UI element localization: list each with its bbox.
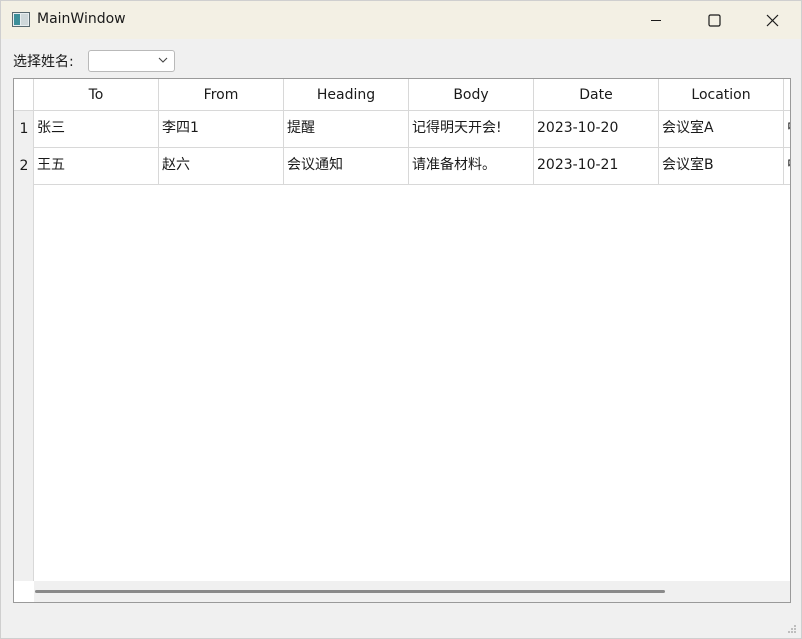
resize-grip-icon[interactable]	[787, 624, 797, 634]
name-select-label: 选择姓名:	[13, 54, 74, 70]
minimize-button[interactable]	[627, 1, 685, 39]
cell-from[interactable]: 赵六	[159, 148, 284, 185]
maximize-button[interactable]	[685, 1, 743, 39]
cell-date[interactable]: 2023-10-20	[534, 111, 659, 148]
cell-heading[interactable]: 会议通知	[284, 148, 409, 185]
column-header-body[interactable]: Body	[409, 79, 534, 111]
cell-to[interactable]: 张三	[34, 111, 159, 148]
cell-date[interactable]: 2023-10-21	[534, 148, 659, 185]
cell-extra[interactable]: 中	[784, 148, 790, 185]
column-header-location[interactable]: Location	[659, 79, 784, 111]
message-table: To From Heading Body Date Location 1 2 张…	[13, 78, 791, 603]
cell-from[interactable]: 李四1	[159, 111, 284, 148]
horizontal-scrollbar[interactable]	[34, 581, 790, 602]
name-select-combobox[interactable]	[88, 50, 175, 72]
cell-body[interactable]: 请准备材料。	[409, 148, 534, 185]
column-header-from[interactable]: From	[159, 79, 284, 111]
row-header-1[interactable]: 1	[14, 111, 34, 147]
column-header-extra[interactable]	[784, 79, 790, 111]
table-body: 张三 李四1 提醒 记得明天开会! 2023-10-20 会议室A 中 王五 赵…	[34, 111, 790, 581]
cell-location[interactable]: 会议室A	[659, 111, 784, 148]
maximize-icon	[707, 13, 721, 27]
app-icon	[12, 12, 30, 27]
cell-heading[interactable]: 提醒	[284, 111, 409, 148]
cell-extra[interactable]: 中	[784, 111, 790, 148]
column-header-heading[interactable]: Heading	[284, 79, 409, 111]
table-corner-button[interactable]	[14, 79, 34, 111]
close-icon	[766, 14, 778, 26]
table-row-header: 1 2	[14, 111, 34, 581]
scrollbar-thumb[interactable]	[35, 590, 665, 593]
close-button[interactable]	[743, 1, 801, 39]
cell-location[interactable]: 会议室B	[659, 148, 784, 185]
title-bar[interactable]: MainWindow	[1, 1, 801, 39]
table-column-header: To From Heading Body Date Location	[34, 79, 790, 111]
cell-to[interactable]: 王五	[34, 148, 159, 185]
column-header-date[interactable]: Date	[534, 79, 659, 111]
column-header-to[interactable]: To	[34, 79, 159, 111]
minimize-icon	[651, 20, 661, 21]
main-window: MainWindow 选择姓名: To From Heading Body Da…	[0, 0, 802, 639]
cell-body[interactable]: 记得明天开会!	[409, 111, 534, 148]
chevron-down-icon	[158, 57, 168, 63]
row-header-2[interactable]: 2	[14, 148, 34, 184]
window-title: MainWindow	[37, 11, 126, 27]
